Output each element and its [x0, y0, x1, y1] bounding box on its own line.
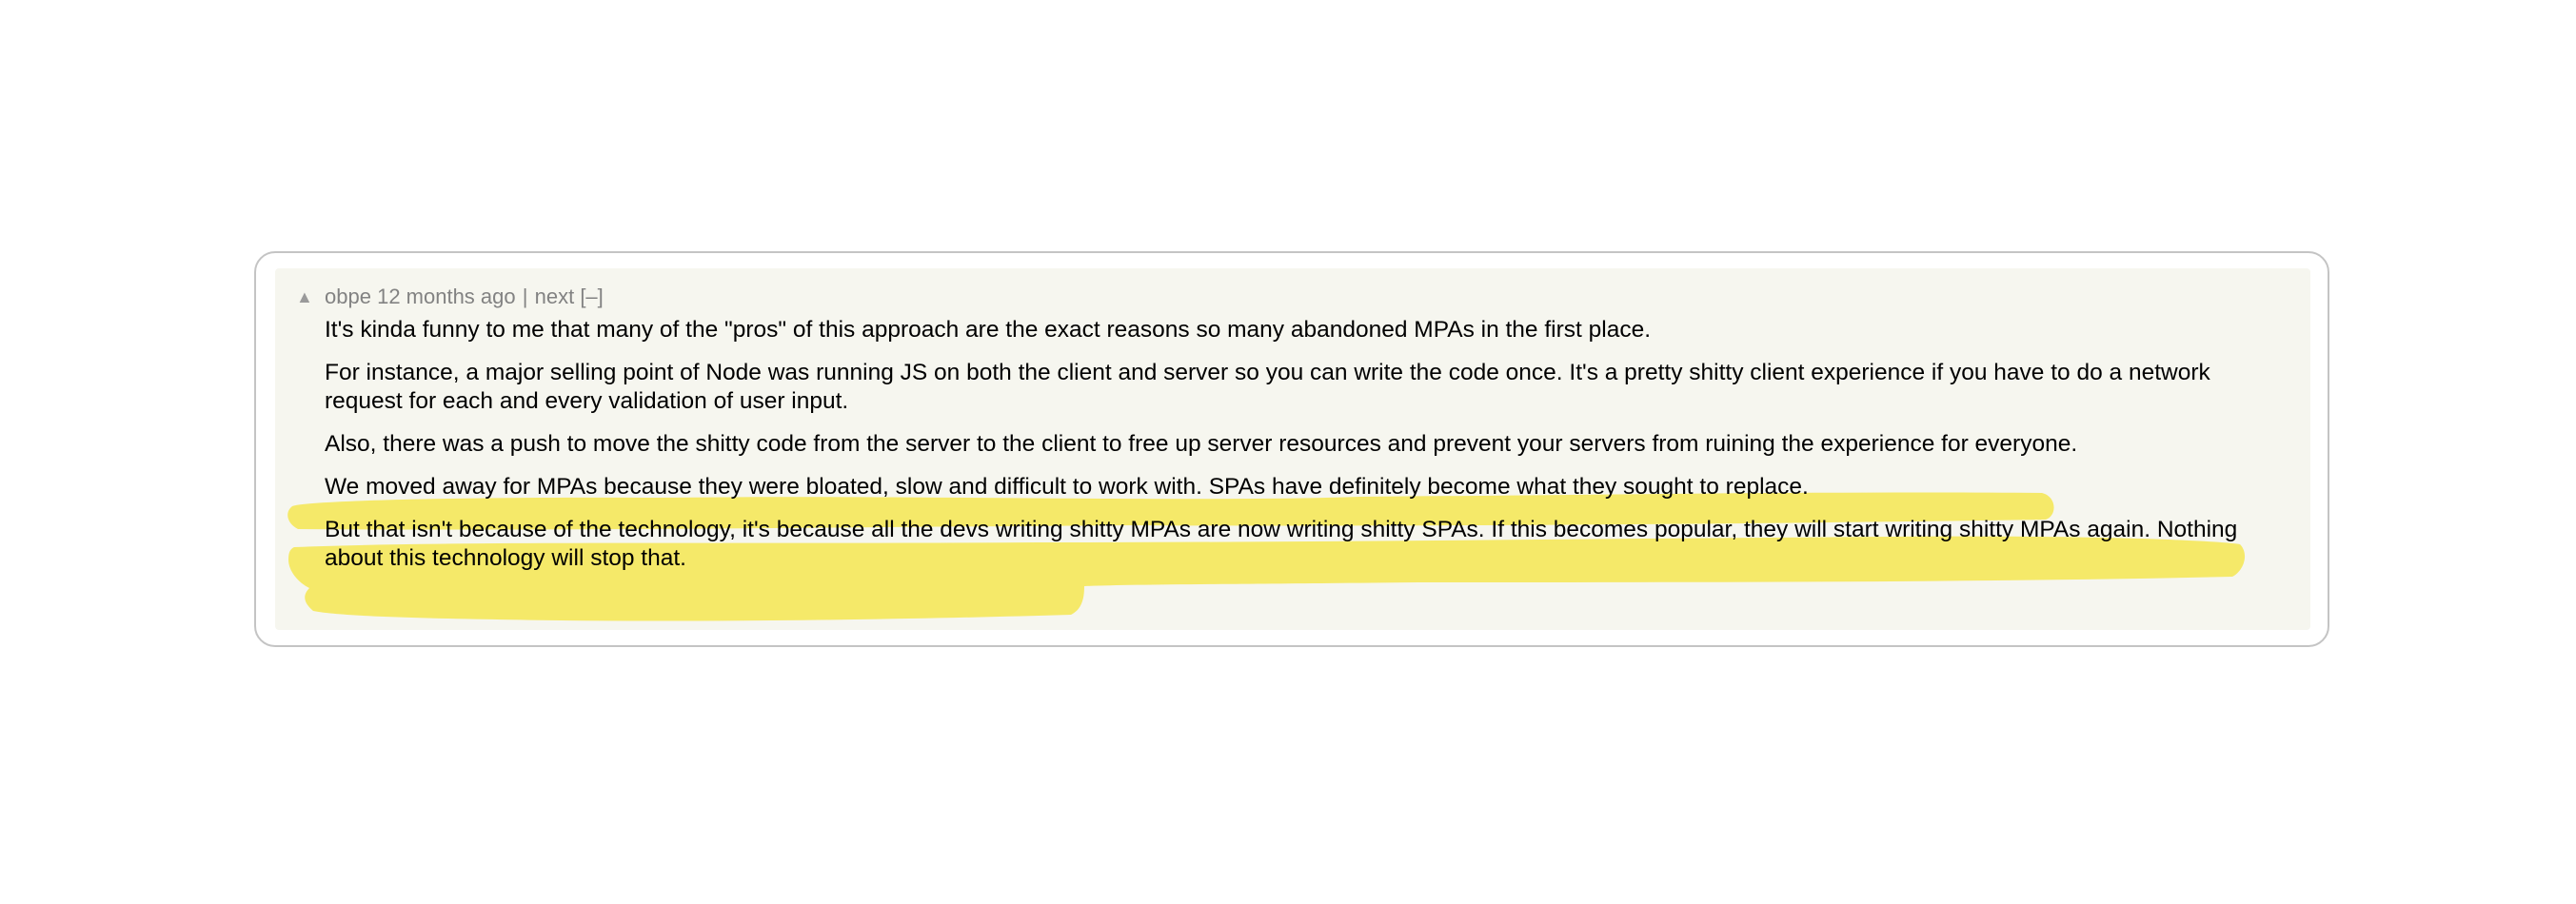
comment-paragraph-4: We moved away for MPAs because they were…	[325, 474, 1809, 500]
comment-paragraph-5: But that isn't because of the technology…	[325, 517, 2238, 571]
meta-separator: |	[522, 285, 528, 308]
collapse-toggle[interactable]: [–]	[580, 285, 603, 308]
comment-paragraph-1: It's kinda funny to me that many of the …	[325, 317, 1652, 343]
comment-age[interactable]: 12 months ago	[377, 285, 516, 308]
comment-card: ▲ obpe 12 months ago | next [–] It's kind…	[254, 251, 2329, 647]
upvote-icon[interactable]: ▲	[296, 284, 325, 310]
comment-paragraph-2: For instance, a major selling point of N…	[325, 360, 2210, 414]
comment-meta: ▲ obpe 12 months ago | next [–]	[296, 284, 604, 310]
comment-paragraph-3: Also, there was a push to move the shitt…	[325, 431, 2078, 457]
comment-author[interactable]: obpe	[325, 285, 371, 308]
comment-body: It's kinda funny to me that many of the …	[325, 316, 2286, 587]
comment-container: ▲ obpe 12 months ago | next [–] It's kind…	[275, 268, 2310, 630]
next-link[interactable]: next	[535, 285, 575, 308]
